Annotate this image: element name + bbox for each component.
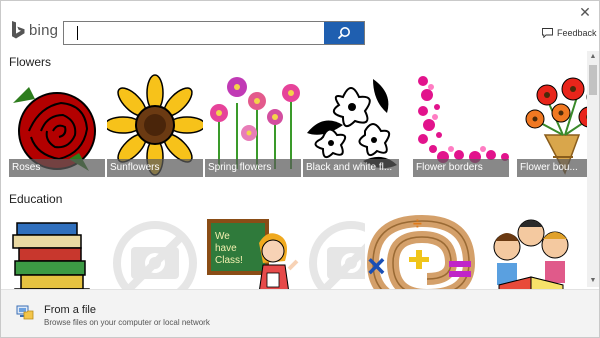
placeholder-camera-image (113, 221, 197, 289)
bing-b-icon (12, 21, 25, 39)
tile-caption: Flower borders (413, 159, 509, 177)
from-a-file-title: From a file (44, 304, 96, 316)
image-tile[interactable]: Spring flowers (205, 73, 301, 177)
logo-text: bing (29, 21, 59, 39)
image-tile[interactable]: Flower bou... (517, 73, 587, 177)
math-symbols-image: ÷ × (366, 214, 476, 289)
category-title-flowers: Flowers (9, 55, 52, 69)
image-tile[interactable] (9, 211, 105, 289)
image-tile[interactable]: ÷ × (365, 211, 479, 289)
tile-caption: Black and white fl... (303, 159, 399, 177)
image-tile[interactable]: Flower borders (413, 73, 509, 177)
bing-logo: bing (10, 20, 58, 40)
computer-folder-icon (16, 305, 34, 320)
category-row-flowers: Roses Sunflowers Spring flowers Black an… (9, 73, 587, 177)
tile-caption: Spring flowers (205, 159, 301, 177)
search-button[interactable] (324, 22, 364, 44)
image-results-area: Flowers Roses Sunflowers Spring flowers … (1, 49, 587, 289)
svg-text:have: have (215, 243, 237, 254)
tile-caption: Flower bou... (517, 159, 587, 177)
svg-text:We: We (215, 231, 230, 242)
scroll-up-arrow-icon[interactable]: ▲ (587, 51, 599, 63)
search-box[interactable] (63, 21, 365, 45)
teacher-chalkboard-image: We have Class! (207, 219, 299, 289)
vertical-scrollbar[interactable]: ▲ ▼ (587, 51, 599, 287)
image-tile[interactable] (483, 211, 579, 289)
online-pictures-dialog: ✕ bing Feedback Flowers Roses Sunflowers… (0, 0, 600, 338)
image-tile[interactable] (107, 211, 203, 289)
kids-reading-image (493, 219, 569, 289)
category-row-education: We have Class! ÷ × (9, 211, 587, 289)
tile-caption: Sunflowers (107, 159, 203, 177)
category-title-education: Education (9, 192, 63, 206)
feedback-link[interactable]: Feedback (542, 28, 597, 38)
image-tile[interactable]: Black and white fl... (303, 73, 399, 177)
tile-caption: Roses (9, 159, 105, 177)
image-tile[interactable]: Roses (9, 73, 105, 177)
image-tile[interactable]: Sunflowers (107, 73, 203, 177)
text-caret (77, 26, 78, 40)
image-tile[interactable]: We have Class! (205, 211, 301, 289)
svg-text:×: × (367, 248, 386, 284)
svg-text:Class!: Class! (215, 255, 243, 266)
close-icon[interactable]: ✕ (577, 4, 593, 20)
scroll-down-arrow-icon[interactable]: ▼ (587, 275, 599, 287)
speech-bubble-icon (542, 28, 553, 38)
svg-text:÷: ÷ (413, 216, 422, 233)
feedback-label: Feedback (557, 28, 597, 38)
search-icon (337, 27, 350, 40)
scroll-thumb[interactable] (589, 65, 597, 95)
from-a-file-subtitle: Browse files on your computer or local n… (44, 318, 210, 327)
books-image (12, 222, 90, 289)
search-input[interactable] (64, 22, 328, 44)
from-a-file-option[interactable]: From a file Browse files on your compute… (1, 289, 599, 337)
